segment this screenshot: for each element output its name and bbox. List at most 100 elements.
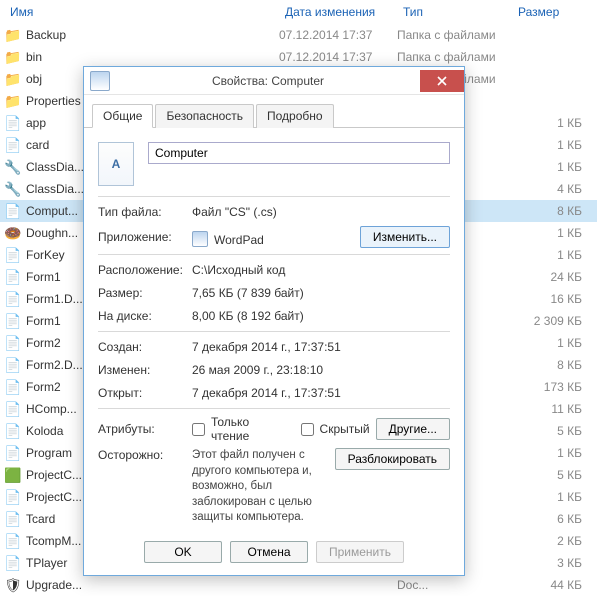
file-icon: 📁 — [4, 92, 22, 110]
file-size: 8 КБ — [512, 204, 582, 218]
file-icon: 📁 — [4, 48, 22, 66]
file-size: 1 КБ — [512, 336, 582, 350]
tab-pane: A Тип файла: Файл "CS" (.cs) Приложение:… — [84, 128, 464, 526]
file-size: 11 КБ — [512, 402, 582, 416]
file-size: 24 КБ — [512, 270, 582, 284]
file-icon: 📄 — [4, 422, 22, 440]
table-row[interactable]: 🛡 Upgrade... Doc...44 КБ — [0, 574, 597, 596]
col-name[interactable]: Имя — [4, 5, 279, 19]
file-size: 44 КБ — [512, 578, 582, 592]
location-label: Расположение: — [98, 263, 192, 277]
tab-general[interactable]: Общие — [92, 104, 153, 128]
created-value: 7 декабря 2014 г., 17:37:51 — [192, 340, 450, 354]
col-size[interactable]: Размер — [512, 5, 590, 19]
filetype-label: Тип файла: — [98, 205, 192, 219]
file-icon: 📁 — [4, 26, 22, 44]
file-icon: 📄 — [4, 290, 22, 308]
file-icon: 📁 — [4, 70, 22, 88]
apply-button[interactable]: Применить — [316, 541, 404, 563]
sizeondisk-value: 8,00 КБ (8 192 байт) — [192, 309, 450, 323]
properties-dialog: Свойства: Computer Общие Безопасность По… — [83, 66, 465, 576]
file-icon: 📄 — [4, 378, 22, 396]
file-name: Upgrade... — [26, 578, 279, 592]
accessed-value: 7 декабря 2014 г., 17:37:51 — [192, 386, 450, 400]
warning-text: Этот файл получен с другого компьютера и… — [192, 448, 335, 526]
attributes-label: Атрибуты: — [98, 422, 192, 436]
file-size: 6 КБ — [512, 512, 582, 526]
file-icon: 📄 — [4, 356, 22, 374]
modified-label: Изменен: — [98, 363, 192, 377]
title-file-icon — [90, 71, 110, 91]
modified-value: 26 мая 2009 г., 23:18:10 — [192, 363, 450, 377]
file-type-icon: A — [98, 142, 134, 186]
file-type: Папка с файлами — [397, 28, 512, 42]
hidden-checkbox[interactable] — [301, 423, 314, 436]
tabs: Общие Безопасность Подробно — [84, 95, 464, 128]
file-icon: 🔧 — [4, 158, 22, 176]
file-size: 1 КБ — [512, 248, 582, 262]
wordpad-icon — [192, 231, 208, 247]
file-name: bin — [26, 50, 279, 64]
file-date: 07.12.2014 17:37 — [279, 28, 397, 42]
readonly-checkbox[interactable] — [192, 423, 205, 436]
file-size: 5 КБ — [512, 424, 582, 438]
filename-input[interactable] — [148, 142, 450, 164]
file-icon: 🛡 — [4, 576, 22, 594]
file-size: 1 КБ — [512, 138, 582, 152]
size-value: 7,65 КБ (7 839 байт) — [192, 286, 450, 300]
ok-button[interactable]: OK — [144, 541, 222, 563]
accessed-label: Открыт: — [98, 386, 192, 400]
close-button[interactable] — [420, 70, 464, 92]
titlebar[interactable]: Свойства: Computer — [84, 67, 464, 95]
file-size: 5 КБ — [512, 468, 582, 482]
file-size: 1 КБ — [512, 160, 582, 174]
table-row[interactable]: 📁 Backup07.12.2014 17:37Папка с файлами — [0, 24, 597, 46]
file-size: 2 КБ — [512, 534, 582, 548]
file-icon: 📄 — [4, 554, 22, 572]
cancel-button[interactable]: Отмена — [230, 541, 308, 563]
file-name: Backup — [26, 28, 279, 42]
file-size: 3 КБ — [512, 556, 582, 570]
location-value: C:\Исходный код — [192, 263, 450, 277]
tab-details[interactable]: Подробно — [256, 104, 334, 128]
table-row[interactable]: 📁 bin07.12.2014 17:37Папка с файлами — [0, 46, 597, 68]
other-attributes-button[interactable]: Другие... — [376, 418, 450, 440]
file-size: 1 КБ — [512, 446, 582, 460]
file-icon: 📄 — [4, 334, 22, 352]
file-size: 4 КБ — [512, 182, 582, 196]
size-label: Размер: — [98, 286, 192, 300]
file-icon: 📄 — [4, 532, 22, 550]
file-type: Папка с файлами — [397, 50, 512, 64]
readonly-label: Только чтение — [211, 415, 278, 443]
sizeondisk-label: На диске: — [98, 309, 192, 323]
warning-label: Осторожно: — [98, 448, 192, 462]
hidden-label: Скрытый — [320, 422, 370, 436]
file-icon: 🔧 — [4, 180, 22, 198]
col-date[interactable]: Дата изменения — [279, 5, 397, 19]
file-icon: 📄 — [4, 444, 22, 462]
file-icon: 📄 — [4, 268, 22, 286]
file-size: 1 КБ — [512, 490, 582, 504]
file-icon: 🍩 — [4, 224, 22, 242]
file-icon: 📄 — [4, 202, 22, 220]
file-size: 8 КБ — [512, 358, 582, 372]
file-type: Doc... — [397, 578, 512, 592]
file-icon: 🟩 — [4, 466, 22, 484]
file-size: 2 309 КБ — [512, 314, 582, 328]
file-size: 1 КБ — [512, 226, 582, 240]
app-value: WordPad — [192, 228, 360, 247]
file-icon: 📄 — [4, 510, 22, 528]
file-icon: 📄 — [4, 136, 22, 154]
created-label: Создан: — [98, 340, 192, 354]
col-type[interactable]: Тип — [397, 5, 512, 19]
filetype-value: Файл "CS" (.cs) — [192, 205, 450, 219]
file-size: 16 КБ — [512, 292, 582, 306]
tab-security[interactable]: Безопасность — [155, 104, 254, 128]
dialog-title: Свойства: Computer — [116, 74, 420, 88]
file-date: 07.12.2014 17:37 — [279, 50, 397, 64]
change-app-button[interactable]: Изменить... — [360, 226, 450, 248]
list-header: Имя Дата изменения Тип Размер — [0, 0, 597, 24]
file-icon: 📄 — [4, 114, 22, 132]
file-icon: 📄 — [4, 400, 22, 418]
unblock-button[interactable]: Разблокировать — [335, 448, 450, 470]
